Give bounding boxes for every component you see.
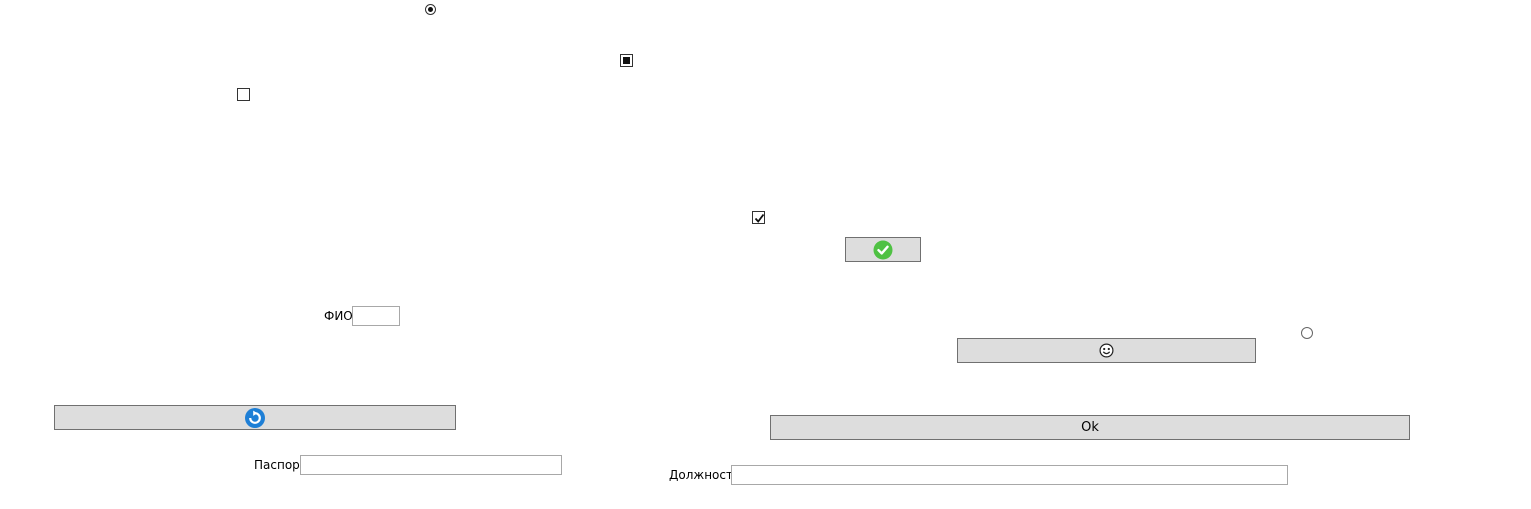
fio-field[interactable] — [352, 306, 400, 326]
ok-button[interactable]: Ok — [770, 415, 1410, 440]
position-field[interactable] — [731, 465, 1288, 485]
checkbox-unchecked[interactable] — [237, 88, 250, 101]
passport-label: Паспорт — [254, 458, 307, 472]
blue-refresh-icon — [245, 407, 265, 428]
green-check-icon — [873, 240, 893, 259]
fio-label: ФИО — [324, 309, 353, 323]
checkbox-indeterminate[interactable] — [620, 54, 633, 67]
radio-button-right[interactable] — [1301, 327, 1313, 339]
refresh-button[interactable] — [54, 405, 456, 430]
checkbox-checked[interactable] — [752, 211, 765, 224]
position-label: Должность — [669, 468, 741, 482]
passport-field[interactable] — [300, 455, 562, 475]
checkmark-icon — [754, 213, 765, 223]
smiley-face-icon — [1099, 343, 1114, 358]
radio-button-top[interactable] — [425, 4, 436, 15]
emoji-button[interactable] — [957, 338, 1256, 363]
check-button[interactable] — [845, 237, 921, 262]
